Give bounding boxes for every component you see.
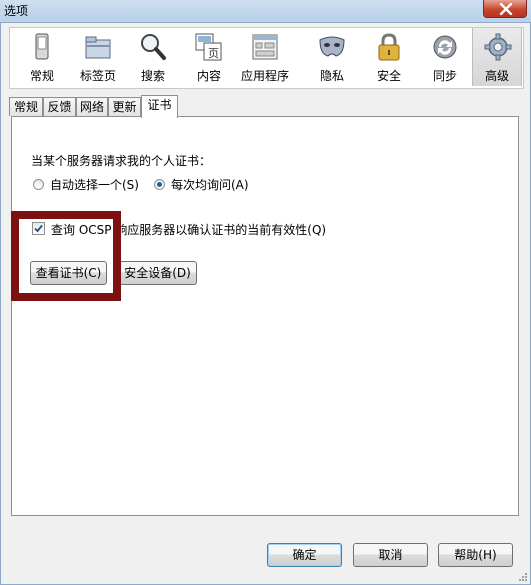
- toolbar-tabs-label: 标签页: [79, 69, 116, 83]
- title-bar: 选项: [0, 0, 531, 20]
- radio-ask-every-time[interactable]: [154, 179, 165, 190]
- toolbar-tabs[interactable]: 标签页: [73, 28, 123, 86]
- padlock-icon: [378, 33, 400, 61]
- resize-grip-icon[interactable]: [518, 572, 528, 582]
- checkmark-icon: [34, 224, 43, 233]
- radio-auto-select[interactable]: [33, 179, 44, 190]
- sync-icon: [433, 35, 457, 59]
- tabs-folder-icon: [85, 36, 111, 59]
- applications-icon: [252, 34, 278, 60]
- toolbar-content-label: 内容: [196, 69, 221, 83]
- ok-button[interactable]: 确定: [267, 543, 342, 567]
- cert-request-prompt: 当某个服务器请求我的个人证书：: [31, 154, 212, 168]
- magnifier-icon: [141, 34, 166, 60]
- toolbar-applications-label: 应用程序: [240, 69, 289, 83]
- tab-feedback[interactable]: 反馈: [43, 97, 76, 116]
- certificates-panel: 当某个服务器请求我的个人证书： 自动选择一个(S) 每次均询问(A) 查询 OC…: [11, 116, 519, 516]
- toolbar-search-label: 搜索: [140, 69, 165, 83]
- toolbar-sync[interactable]: 同步: [420, 28, 470, 86]
- radio-auto-select-label[interactable]: 自动选择一个(S): [50, 176, 139, 193]
- radio-ask-every-time-label[interactable]: 每次均询问(A): [171, 176, 249, 193]
- category-toolbar: 常规 标签页 搜索 页 内容 应用程序 隐私 安全 同步 高级: [9, 27, 524, 89]
- view-certificates-button[interactable]: 查看证书(C): [30, 261, 107, 285]
- toolbar-applications[interactable]: 应用程序: [240, 28, 290, 86]
- dialog-client: 常规 标签页 搜索 页 内容 应用程序 隐私 安全 同步 高级 常规 反馈 网络…: [0, 22, 531, 585]
- close-icon: [499, 3, 513, 15]
- tab-update[interactable]: 更新: [108, 97, 141, 116]
- mask-icon: [319, 36, 345, 57]
- help-button[interactable]: 帮助(H): [438, 543, 513, 567]
- window-title: 选项: [4, 4, 29, 18]
- tab-general[interactable]: 常规: [9, 97, 43, 116]
- security-devices-button[interactable]: 安全设备(D): [118, 261, 197, 285]
- content-page-icon: 页: [195, 33, 222, 61]
- ocsp-checkbox-label[interactable]: 查询 OCSP 响应服务器以确认证书的当前有效性(Q): [51, 221, 326, 238]
- toolbar-general-label: 常规: [29, 69, 54, 83]
- tab-network[interactable]: 网络: [76, 97, 108, 116]
- toolbar-security-label: 安全: [376, 69, 401, 83]
- toolbar-privacy[interactable]: 隐私: [307, 28, 357, 86]
- tab-certificates[interactable]: 证书: [141, 95, 178, 118]
- ocsp-checkbox[interactable]: [32, 222, 45, 235]
- cancel-button[interactable]: 取消: [353, 543, 428, 567]
- gear-icon: [484, 33, 512, 61]
- phone-icon: [35, 33, 49, 60]
- close-button[interactable]: [483, 0, 527, 18]
- toolbar-general[interactable]: 常规: [17, 28, 67, 86]
- toolbar-advanced-label: 高级: [484, 69, 509, 83]
- toolbar-search[interactable]: 搜索: [128, 28, 178, 86]
- toolbar-privacy-label: 隐私: [319, 69, 344, 83]
- toolbar-content[interactable]: 页 内容: [184, 28, 234, 86]
- toolbar-security[interactable]: 安全: [364, 28, 414, 86]
- svg-text:页: 页: [208, 47, 219, 60]
- toolbar-advanced[interactable]: 高级: [472, 28, 522, 86]
